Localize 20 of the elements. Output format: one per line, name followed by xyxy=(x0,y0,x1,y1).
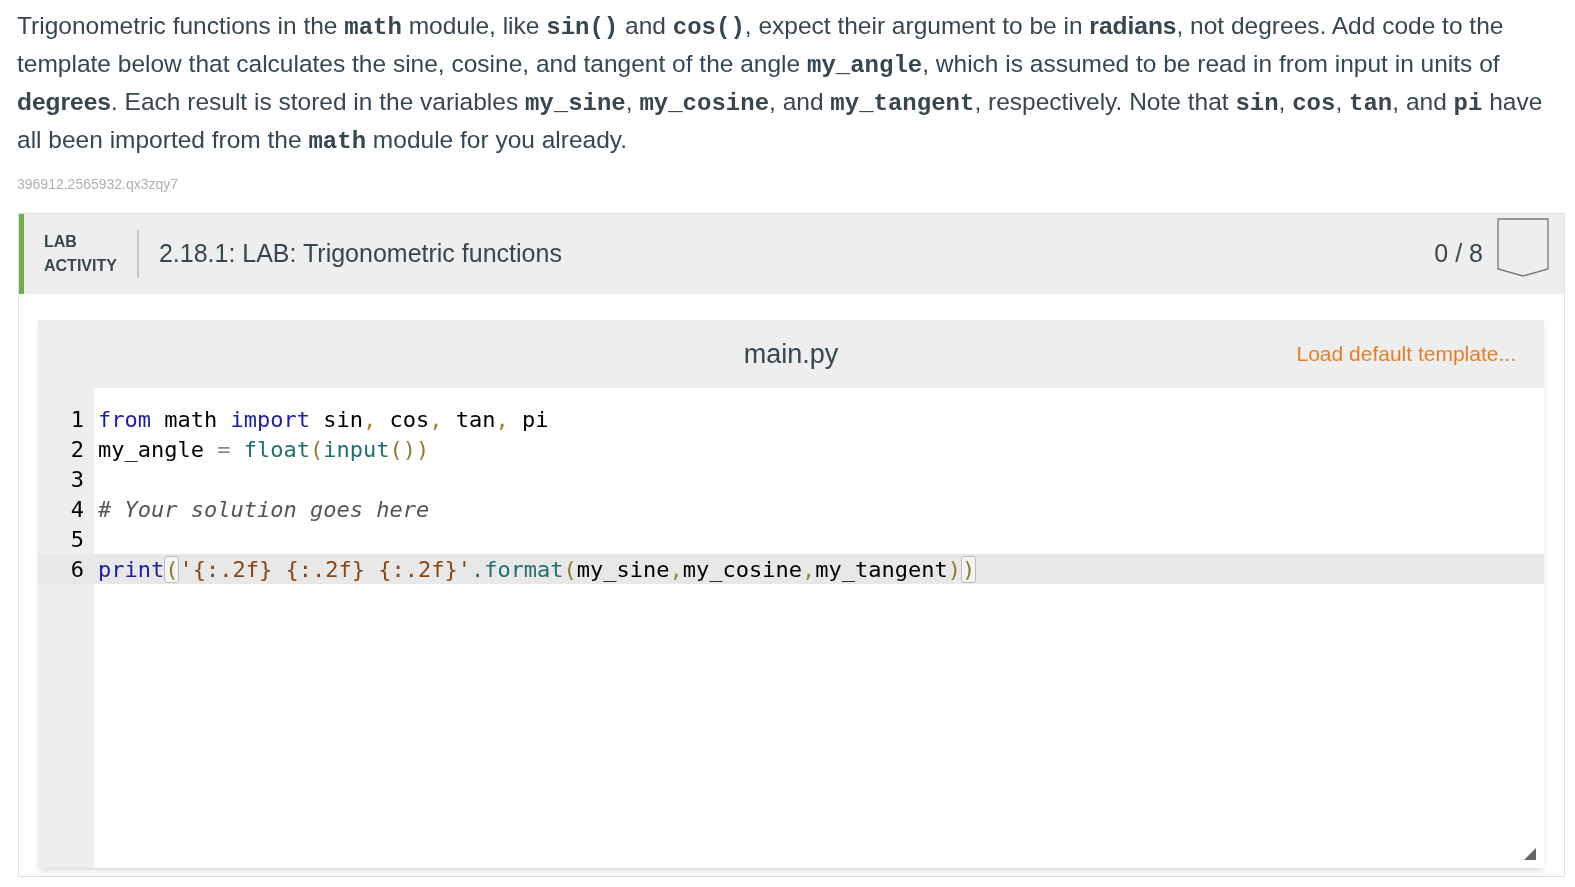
line-number: 1 xyxy=(69,405,85,434)
instructions-paragraph: Trigonometric functions in the math module, like sin() and cos(), expect their argument to be in radians, not degrees. Add code to the template below that calculates the sine, cosine, and tangent of the angle my_angle, which is assumed to be read in from input in units of degrees. Each result is stored in the variables my_sine, my_cosine, and my_tangent, respectively. Note that sin, cos, tan, and pi have all been imported from the math module for you already. xyxy=(17,11,1544,157)
code-line: from math import sin, cos, tan, pi xyxy=(97,405,549,434)
problem-id: 396912.2565932.qx3zqy7 xyxy=(17,175,179,194)
score-text: 0 / 8 xyxy=(1434,238,1483,270)
file-name: main.py xyxy=(743,337,839,371)
completion-badge-icon xyxy=(1497,218,1549,278)
resize-handle-icon xyxy=(1524,848,1536,860)
code-line: print('{:.2f} {:.2f} {:.2f}'.format(my_sine,my_cosine,my_tangent)) xyxy=(97,554,977,585)
line-number: 6 xyxy=(69,555,85,584)
line-number: 2 xyxy=(69,435,85,464)
lab-title: 2.18.1: LAB: Trigonometric functions xyxy=(158,238,562,270)
code-editor[interactable]: 1 from math import sin, cos, tan, pi 2 my_angle = float(input()) 3 4 # Your solution goes here 5 6 print('{:.2f} {:.2f} {:.2f}'.format(my_sine,my_cosine,my_tangent)) xyxy=(38,388,1544,868)
line-number: 5 xyxy=(69,525,85,554)
line-number: 4 xyxy=(69,495,85,524)
code-line: # Your solution goes here xyxy=(97,495,430,524)
code-line: my_angle = float(input()) xyxy=(97,435,430,464)
lab-label: LAB xyxy=(44,232,78,252)
activity-label: ACTIVITY xyxy=(44,256,117,276)
line-number: 3 xyxy=(69,465,85,494)
